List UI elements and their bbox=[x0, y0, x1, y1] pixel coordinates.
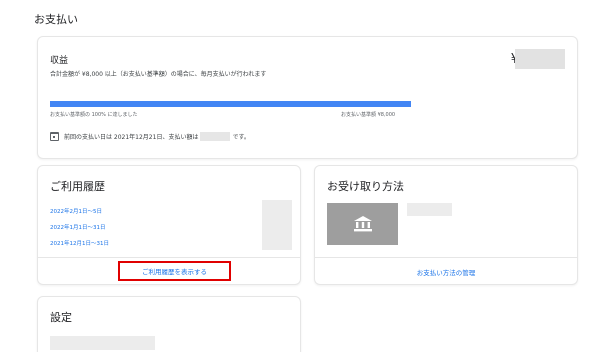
last-payment-info: 前回の支払い日は 2021年12月21日、支払い額は です。 bbox=[50, 132, 250, 141]
history-item[interactable]: 2022年2月1日～5日 bbox=[50, 207, 102, 215]
page-title: お支払い bbox=[34, 13, 78, 26]
payment-method-card: お受け取り方法 お支払い方法の管理 bbox=[314, 165, 578, 285]
settings-title: 設定 bbox=[50, 311, 72, 324]
settings-card: 設定 bbox=[37, 296, 301, 352]
progress-fill bbox=[50, 101, 411, 107]
calendar-icon bbox=[50, 132, 59, 141]
divider bbox=[38, 257, 300, 258]
history-card: ご利用履歴 2022年2月1日～5日 2022年1月1日～31日 2021年12… bbox=[37, 165, 301, 285]
threshold-amount-label: お支払い基準額 ¥8,000 bbox=[341, 112, 396, 118]
bank-tile bbox=[327, 203, 398, 245]
bank-name-redacted bbox=[407, 203, 452, 216]
settings-content-redacted bbox=[50, 336, 155, 350]
history-item[interactable]: 2021年12月1日～31日 bbox=[50, 239, 109, 247]
last-payment-suffix: です。 bbox=[232, 134, 250, 141]
last-payment-amount-redacted bbox=[200, 132, 231, 141]
history-title: ご利用履歴 bbox=[50, 180, 105, 193]
last-payment-prefix: 前回の支払い日は 2021年12月21日、支払い額は bbox=[64, 134, 199, 141]
history-item[interactable]: 2022年1月1日～31日 bbox=[50, 223, 106, 231]
payment-method-title: お受け取り方法 bbox=[327, 180, 404, 193]
manage-payment-methods-link[interactable]: お支払い方法の管理 bbox=[315, 267, 577, 277]
earnings-description: 合計金額が ¥8,000 以上（お支払い基準額）の場合に、毎月支払いが行われます bbox=[50, 71, 267, 78]
view-history-button[interactable]: ご利用履歴を表示する bbox=[118, 261, 231, 281]
progress-status-label: お支払い基準額の 100% に達しました bbox=[50, 112, 138, 118]
earnings-title: 収益 bbox=[50, 56, 69, 66]
bank-icon bbox=[353, 216, 372, 232]
divider bbox=[315, 257, 577, 258]
history-amounts-redacted bbox=[262, 200, 292, 250]
earnings-amount-redacted bbox=[515, 49, 565, 69]
earnings-card: 収益 合計金額が ¥8,000 以上（お支払い基準額）の場合に、毎月支払いが行わ… bbox=[37, 36, 578, 159]
payment-threshold-progress bbox=[50, 101, 411, 107]
